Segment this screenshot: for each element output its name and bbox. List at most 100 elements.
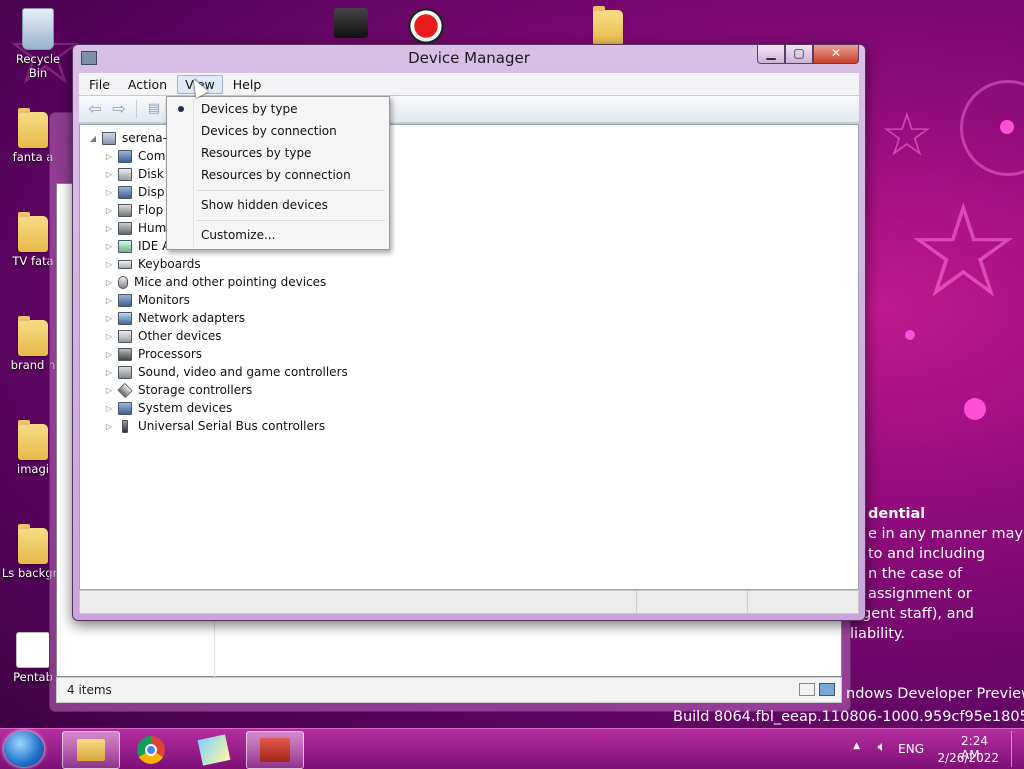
tree-item[interactable]: ▷ Mice and other pointing devices bbox=[104, 273, 326, 291]
forward-arrow-icon[interactable]: ⇨ bbox=[109, 100, 129, 118]
storage-controller-icon bbox=[117, 382, 133, 398]
desktop-icon-recycle-bin[interactable]: Recycle Bin bbox=[5, 8, 71, 80]
volume-icon[interactable]: 🔈︎ bbox=[878, 739, 886, 755]
expand-arrow-icon[interactable]: ▷ bbox=[104, 404, 114, 413]
ide-controller-icon bbox=[118, 239, 132, 253]
watermark-text: n the case of bbox=[868, 566, 963, 582]
folder-icon bbox=[18, 316, 48, 356]
back-arrow-icon[interactable]: ⇦ bbox=[85, 100, 105, 118]
tree-item[interactable]: ▷ Monitors bbox=[104, 291, 190, 309]
folder-icon bbox=[77, 739, 105, 761]
tree-item-label: Hum bbox=[138, 221, 167, 235]
tree-item-label: Network adapters bbox=[138, 311, 246, 325]
watermark-text: e in any manner may bbox=[868, 526, 1024, 542]
tree-item[interactable]: ▷ Keyboards bbox=[104, 255, 201, 273]
expand-arrow-icon[interactable]: ▷ bbox=[104, 296, 114, 305]
expand-arrow-icon[interactable]: ▷ bbox=[104, 314, 114, 323]
taskbar-app[interactable] bbox=[186, 731, 242, 767]
folder-icon[interactable] bbox=[593, 6, 623, 46]
tree-item[interactable]: ▷ Other devices bbox=[104, 327, 222, 345]
tree-item[interactable]: ▷ Disp bbox=[104, 183, 165, 201]
details-view-icon[interactable] bbox=[799, 683, 815, 696]
collapse-arrow-icon[interactable]: ◢ bbox=[88, 134, 98, 143]
status-pane bbox=[637, 591, 748, 613]
tree-item[interactable]: ▷ IDE A bbox=[104, 237, 170, 255]
desktop-decoration bbox=[905, 330, 915, 340]
tree-item[interactable]: ▷ System devices bbox=[104, 399, 232, 417]
menu-action[interactable]: Action bbox=[120, 75, 175, 94]
taskbar-explorer[interactable] bbox=[62, 731, 120, 769]
maximize-button[interactable]: ▢ bbox=[785, 45, 813, 64]
watermark-text: assignment or bbox=[868, 586, 972, 602]
record-icon[interactable] bbox=[408, 8, 444, 44]
tree-item[interactable]: ▷ Processors bbox=[104, 345, 202, 363]
status-bar bbox=[79, 590, 859, 614]
menu-item-customize[interactable]: Customize... bbox=[201, 225, 275, 245]
computer-icon bbox=[102, 131, 116, 145]
star-decoration-icon: ☆ bbox=[880, 100, 934, 170]
minimize-button[interactable]: ▁ bbox=[757, 45, 785, 64]
show-desktop-button[interactable] bbox=[1011, 731, 1024, 767]
taskbar-device-manager[interactable] bbox=[246, 731, 304, 769]
tree-item[interactable]: ▷ Universal Serial Bus controllers bbox=[104, 417, 325, 435]
expand-arrow-icon[interactable]: ▷ bbox=[104, 152, 114, 161]
speaker-icon bbox=[118, 365, 132, 379]
expand-arrow-icon[interactable]: ▷ bbox=[104, 206, 114, 215]
menu-item-show-hidden-devices[interactable]: Show hidden devices bbox=[201, 195, 328, 215]
menu-item-devices-by-type[interactable]: Devices by type bbox=[201, 99, 297, 119]
computer-icon bbox=[118, 149, 132, 163]
menu-item-resources-by-connection[interactable]: Resources by connection bbox=[201, 165, 351, 185]
expand-arrow-icon[interactable]: ▷ bbox=[104, 350, 114, 359]
expand-arrow-icon[interactable]: ▷ bbox=[104, 332, 114, 341]
desktop-decoration bbox=[1000, 120, 1014, 134]
expand-arrow-icon[interactable]: ▷ bbox=[104, 242, 114, 251]
view-menu-dropdown: Devices by type Devices by connection Re… bbox=[166, 96, 390, 250]
expand-arrow-icon[interactable]: ▷ bbox=[104, 224, 114, 233]
tree-item[interactable]: ▷ Flop bbox=[104, 201, 163, 219]
folder-icon bbox=[18, 524, 48, 564]
clock-date[interactable]: 2/26/2022 bbox=[937, 751, 999, 765]
tree-item[interactable]: ▷ Com bbox=[104, 147, 166, 165]
expand-arrow-icon[interactable]: ▷ bbox=[104, 422, 114, 431]
tree-item[interactable]: ▷ Network adapters bbox=[104, 309, 245, 327]
application-icon bbox=[16, 632, 50, 668]
usb-icon bbox=[122, 419, 128, 433]
watermark-text: dential bbox=[868, 506, 926, 522]
close-button[interactable]: ✕ bbox=[813, 45, 859, 64]
start-button[interactable] bbox=[4, 731, 44, 767]
console-tree-icon[interactable]: ▤ bbox=[144, 100, 164, 118]
expand-arrow-icon[interactable]: ▷ bbox=[104, 368, 114, 377]
tree-item-label: Disk bbox=[138, 167, 164, 181]
expand-arrow-icon[interactable]: ▷ bbox=[104, 188, 114, 197]
tree-item-label: Other devices bbox=[138, 329, 222, 343]
tree-item-label: Storage controllers bbox=[138, 383, 253, 397]
tree-item-label: Universal Serial Bus controllers bbox=[138, 419, 326, 433]
watermark-build: Build 8064.fbl_eeap.110806-1000.959cf95e… bbox=[673, 709, 1024, 725]
system-device-icon bbox=[118, 401, 132, 415]
toolbar-separator bbox=[136, 100, 137, 118]
tree-root[interactable]: ◢ serena-P bbox=[88, 129, 174, 147]
watermark-text: to and including bbox=[868, 546, 986, 562]
photo-viewer-icon bbox=[197, 734, 231, 766]
expand-arrow-icon[interactable]: ▷ bbox=[104, 278, 114, 287]
watermark-text: liability. bbox=[850, 626, 906, 642]
clapperboard-icon[interactable] bbox=[334, 8, 368, 38]
expand-arrow-icon[interactable]: ▷ bbox=[104, 260, 114, 269]
tree-item[interactable]: ▷ Storage controllers bbox=[104, 381, 252, 399]
menu-item-resources-by-type[interactable]: Resources by type bbox=[201, 143, 311, 163]
tree-item-label: Processors bbox=[138, 347, 203, 361]
menu-separator bbox=[197, 220, 385, 221]
menu-help[interactable]: Help bbox=[225, 75, 270, 94]
menu-file[interactable]: File bbox=[81, 75, 118, 94]
menu-item-devices-by-connection[interactable]: Devices by connection bbox=[201, 121, 337, 141]
large-icons-view-icon[interactable] bbox=[819, 683, 835, 696]
show-hidden-icons-icon[interactable]: ▲ bbox=[853, 741, 860, 751]
status-pane bbox=[80, 591, 637, 613]
expand-arrow-icon[interactable]: ▷ bbox=[104, 386, 114, 395]
expand-arrow-icon[interactable]: ▷ bbox=[104, 170, 114, 179]
language-indicator[interactable]: ENG bbox=[898, 742, 924, 756]
taskbar-chrome[interactable] bbox=[124, 731, 180, 767]
tree-item[interactable]: ▷ Sound, video and game controllers bbox=[104, 363, 348, 381]
tree-item[interactable]: ▷ Disk bbox=[104, 165, 164, 183]
tree-item[interactable]: ▷ Hum bbox=[104, 219, 166, 237]
